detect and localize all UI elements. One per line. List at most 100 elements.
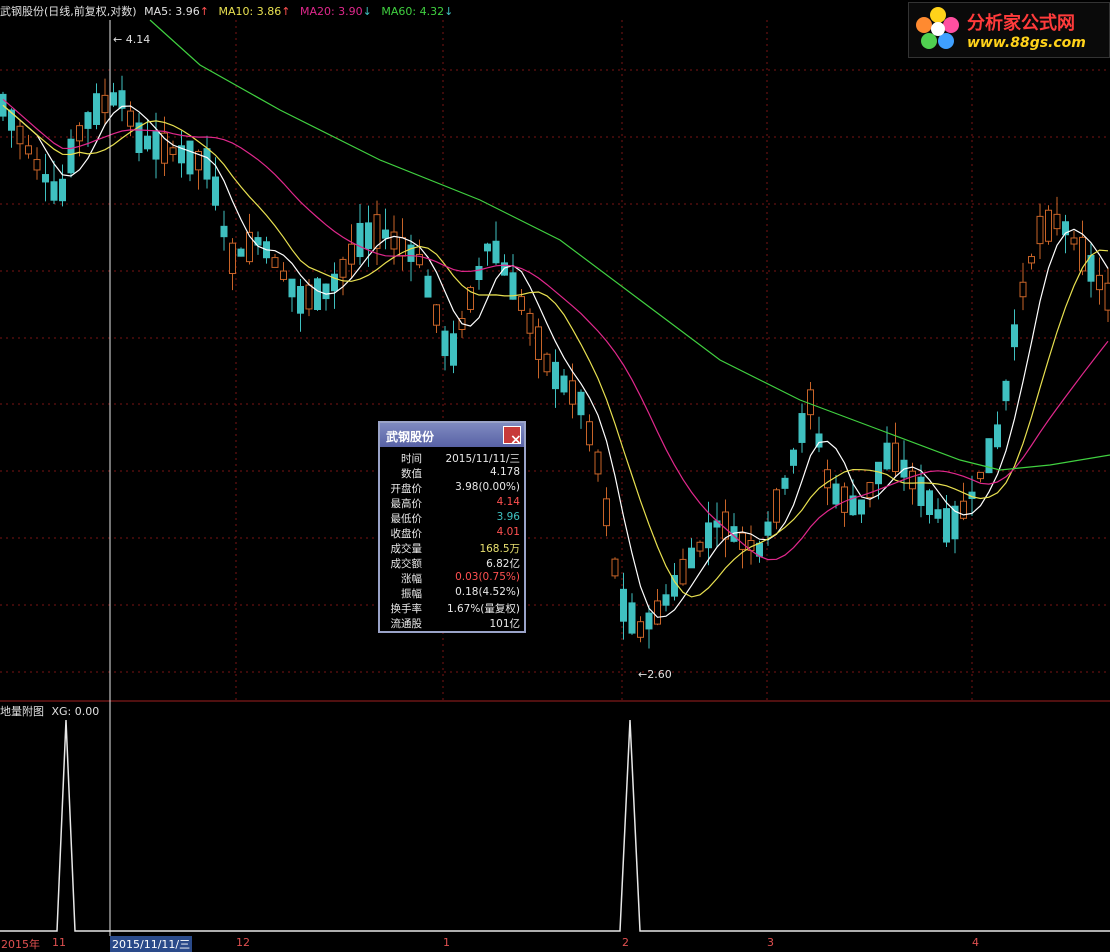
- chart-header: 武钢股份(日线,前复权,对数) MA5: 3.96↑ MA10: 3.86↑ M…: [0, 3, 453, 19]
- candlesticks: [0, 75, 1110, 649]
- flower-logo-icon: [916, 7, 959, 49]
- candle-body: [271, 257, 279, 268]
- close-button[interactable]: ×: [503, 426, 522, 448]
- axis-year: 2015年: [1, 938, 40, 951]
- popup-row: 开盘价 3.98(0.00%): [382, 481, 522, 496]
- candle-body: [713, 520, 721, 528]
- candle-body: [917, 476, 925, 506]
- popup-row-value: 2015/11/11/三: [445, 453, 520, 465]
- candle-body: [441, 330, 449, 357]
- candle-body: [50, 181, 58, 201]
- popup-row-label: 成交量: [390, 543, 423, 555]
- ma60-line: [149, 19, 1110, 471]
- candle-body: [42, 174, 49, 183]
- popup-row: 流通股 101亿: [382, 616, 522, 631]
- candle-body: [577, 391, 585, 416]
- indicator-panel[interactable]: 地量附图 XG: 0.00: [0, 700, 1110, 936]
- stock-title: 武钢股份(日线,前复权,对数): [0, 5, 137, 18]
- popup-row-value: 0.03(0.75%): [455, 571, 520, 583]
- candle-body: [25, 145, 32, 155]
- popup-row: 换手率 1.67%(量复权): [382, 601, 522, 616]
- ma10-arrow: ↑: [281, 5, 291, 18]
- popup-row-value: 1.67%(量复权): [446, 603, 520, 615]
- popup-row: 收盘价 4.01: [382, 526, 522, 541]
- popup-row: 数值 4.178: [382, 466, 522, 481]
- candle-body: [76, 125, 83, 142]
- candle-body: [764, 521, 772, 536]
- popup-row: 涨幅 0.03(0.75%): [382, 571, 522, 586]
- candle-body: [960, 500, 967, 519]
- popup-row-value: 3.96: [496, 511, 520, 523]
- popup-row: 成交额 6.82亿: [382, 556, 522, 571]
- candle-body: [560, 375, 568, 393]
- candle-body: [484, 243, 491, 252]
- candle-body: [33, 159, 41, 171]
- candle-body: [790, 449, 797, 466]
- popup-row-label: 最低价: [390, 513, 423, 525]
- popup-row-label: 收盘价: [390, 528, 423, 540]
- candle-body: [518, 296, 525, 311]
- candle-body: [118, 90, 126, 109]
- ma5-readout: MA5: 3.96: [144, 5, 200, 18]
- candle-body: [679, 558, 687, 585]
- popup-titlebar[interactable]: 武钢股份 ×: [380, 423, 524, 448]
- candle-body: [594, 451, 602, 475]
- quote-info-window[interactable]: 武钢股份 × 时间 2015/11/11/三 数值 4.178 开盘价 3.98(0.00…: [378, 421, 526, 633]
- candle-body: [169, 147, 177, 155]
- price-chart-panel[interactable]: 武钢股份(日线,前复权,对数) MA5: 3.96↑ MA10: 3.86↑ M…: [0, 0, 1110, 700]
- candle-body: [67, 138, 75, 174]
- ma20-arrow: ↓: [362, 5, 372, 18]
- candle-body: [637, 621, 644, 638]
- candle-body: [781, 477, 789, 489]
- arrow-left-icon: ←: [638, 668, 648, 681]
- candle-body: [824, 469, 831, 489]
- candle-body: [977, 471, 984, 480]
- candle-body: [1036, 215, 1044, 245]
- popup-row-value: 4.178: [489, 466, 520, 478]
- candle-body: [356, 222, 364, 258]
- date-axis: 2015年 11 2015/11/11/三 12 1 2 3 4: [0, 936, 1110, 952]
- popup-row-label: 时间: [401, 453, 422, 465]
- axis-cursor-date: 2015/11/11/三: [110, 936, 193, 952]
- indicator-header: 地量附图 XG: 0.00: [0, 703, 99, 719]
- candle-body: [620, 588, 627, 622]
- arrow-left-icon: ←: [113, 33, 123, 46]
- axis-month-2: 2: [622, 936, 629, 949]
- indicator-value: XG: 0.00: [51, 705, 100, 718]
- logo-url: www.88gs.com: [967, 35, 1086, 51]
- popup-row-label: 振幅: [401, 588, 422, 600]
- ma10-readout: MA10: 3.86: [218, 5, 282, 18]
- candle-body: [288, 278, 296, 298]
- logo-title: 分析家公式网: [967, 13, 1075, 34]
- candle-body: [892, 442, 899, 473]
- price-chart[interactable]: [0, 0, 1110, 700]
- candle-body: [0, 93, 7, 117]
- candle-body: [832, 483, 840, 505]
- candle-body: [1019, 281, 1027, 298]
- candle-body: [858, 499, 865, 515]
- popup-title: 武钢股份: [386, 430, 435, 444]
- high-annotation: ← 4.14: [113, 33, 150, 46]
- ma60-arrow: ↓: [444, 5, 454, 18]
- candle-body: [305, 284, 313, 310]
- candle-body: [433, 304, 440, 326]
- popup-row-label: 开盘价: [390, 483, 423, 495]
- candle-body: [603, 498, 610, 527]
- candle-body: [1104, 282, 1110, 311]
- candle-body: [841, 486, 848, 513]
- candle-body: [1002, 380, 1010, 402]
- candle-body: [1070, 237, 1078, 245]
- candle-body: [365, 222, 372, 250]
- candle-body: [186, 140, 194, 175]
- candle-body: [1096, 274, 1103, 291]
- popup-row-value: 6.82亿: [486, 558, 520, 570]
- candle-body: [390, 231, 398, 250]
- candle-body: [526, 312, 534, 334]
- candle-body: [654, 600, 661, 625]
- candle-body: [535, 326, 542, 360]
- candle-body: [552, 361, 559, 390]
- candle-body: [943, 508, 950, 543]
- axis-month-12: 12: [236, 936, 250, 949]
- popup-row: 最高价 4.14: [382, 496, 522, 511]
- candle-body: [152, 131, 160, 160]
